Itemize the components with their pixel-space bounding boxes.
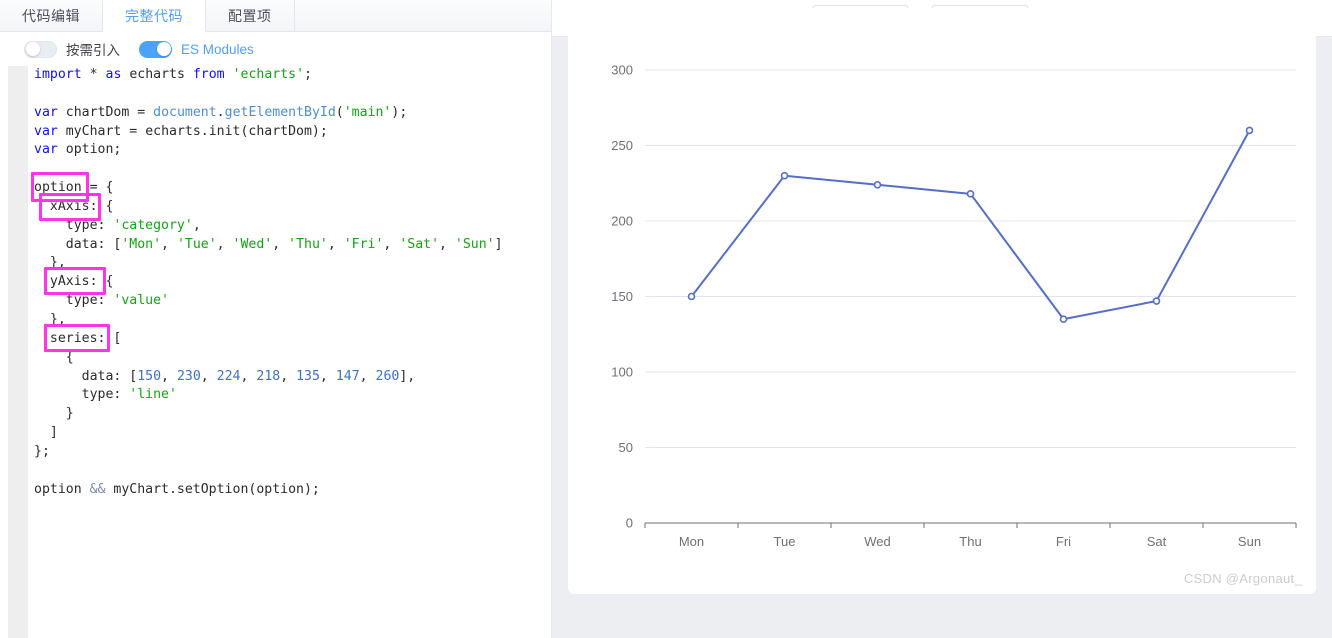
- y-axis-tick-label: 100: [611, 365, 633, 380]
- y-axis-tick-label: 0: [626, 516, 633, 531]
- toggle-knob: [157, 42, 171, 56]
- es-modules-toggle[interactable]: [139, 41, 172, 58]
- tab-options-label: 配置项: [228, 6, 272, 26]
- chart-card: 050100150200250300MonTueWedThuFriSatSun …: [568, 8, 1316, 594]
- code-viewer[interactable]: import * as echarts from 'echarts'; var …: [0, 66, 551, 638]
- tab-full-code-label: 完整代码: [125, 6, 183, 26]
- y-axis-tick-label: 50: [619, 440, 633, 455]
- preview-panel: 深色模式 无障碍花纹 渲染设置 5.2.2 05010015020: [552, 0, 1332, 638]
- x-axis-tick-label: Thu: [959, 534, 981, 549]
- tab-options[interactable]: 配置项: [206, 0, 295, 31]
- x-axis-tick-label: Tue: [774, 534, 796, 549]
- tab-full-code[interactable]: 完整代码: [103, 0, 206, 32]
- line-chart: 0 50 100 150 200 250 300 Mon Tue Wed Thu Fri Sat Sun: [568, 8, 1316, 594]
- code-content: import * as echarts from 'echarts'; var …: [34, 66, 503, 499]
- data-point: [1061, 316, 1067, 322]
- data-point: [782, 173, 788, 179]
- y-axis-tick-label: 150: [611, 289, 633, 304]
- x-axis-tick-label: Mon: [679, 534, 704, 549]
- toggle-knob: [26, 42, 40, 56]
- es-modules-label: ES Modules: [181, 42, 254, 57]
- x-axis-tick-label: Wed: [864, 534, 891, 549]
- x-axis-tick-label: Sun: [1238, 534, 1261, 549]
- tab-code-edit[interactable]: 代码编辑: [0, 0, 103, 31]
- tab-code-edit-label: 代码编辑: [22, 6, 80, 26]
- y-axis-tick-label: 300: [611, 63, 633, 78]
- data-point: [968, 191, 974, 197]
- data-point: [689, 294, 695, 300]
- data-point: [1247, 127, 1253, 133]
- y-axis-tick-label: 200: [611, 214, 633, 229]
- x-axis-tick-label: Fri: [1056, 534, 1071, 549]
- y-axis-tick-label: 250: [611, 138, 633, 153]
- on-demand-import-toggle[interactable]: [24, 41, 57, 58]
- on-demand-import-label: 按需引入: [66, 39, 120, 59]
- code-gutter: [8, 66, 28, 638]
- editor-toggle-row: 按需引入 ES Modules: [0, 32, 551, 67]
- x-axis-tick-label: Sat: [1147, 534, 1167, 549]
- editor-tabbar: 代码编辑 完整代码 配置项: [0, 0, 551, 32]
- watermark: CSDN @Argonaut_: [1184, 571, 1302, 586]
- code-panel: 代码编辑 完整代码 配置项 按需引入 ES Modules import * a…: [0, 0, 552, 638]
- data-point: [875, 182, 881, 188]
- data-point: [1154, 298, 1160, 304]
- echarts-example-page: 代码编辑 完整代码 配置项 按需引入 ES Modules import * a…: [0, 0, 1332, 638]
